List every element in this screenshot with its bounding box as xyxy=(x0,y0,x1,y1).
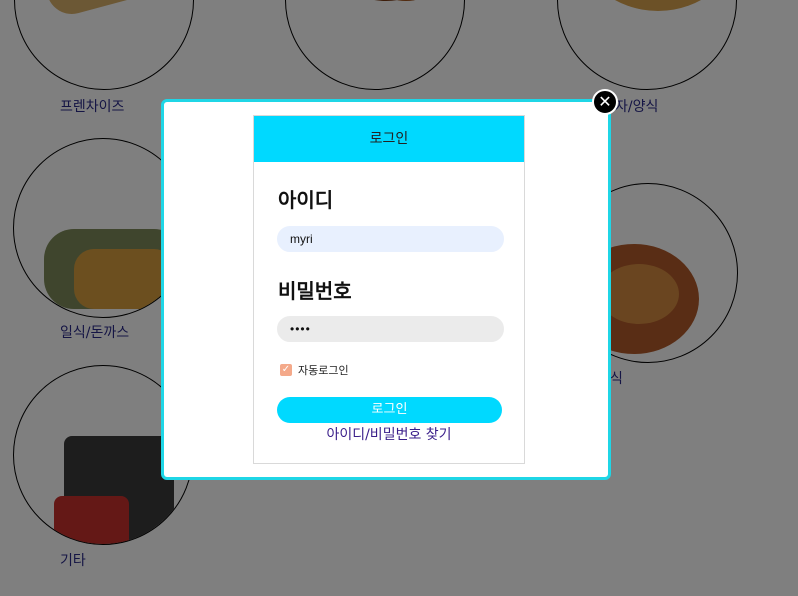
id-input[interactable]: myri xyxy=(277,226,504,252)
auto-login[interactable]: ✓ 자동로그인 xyxy=(280,362,349,378)
id-value: myri xyxy=(290,232,313,246)
password-value: •••• xyxy=(290,322,311,336)
password-input[interactable]: •••• xyxy=(277,316,504,342)
auto-login-checkbox[interactable]: ✓ xyxy=(280,364,292,376)
close-icon[interactable]: ✕ xyxy=(592,89,618,115)
auto-login-label: 자동로그인 xyxy=(298,364,349,377)
login-title: 로그인 xyxy=(254,116,524,162)
find-account-link[interactable]: 아이디/비밀번호 찾기 xyxy=(254,424,524,444)
login-card: 로그인 아이디 myri 비밀번호 •••• ✓ 자동로그인 로그인 아이디/비… xyxy=(253,115,525,464)
id-label: 아이디 xyxy=(278,188,334,212)
password-label: 비밀번호 xyxy=(278,279,352,303)
login-button[interactable]: 로그인 xyxy=(277,397,502,423)
